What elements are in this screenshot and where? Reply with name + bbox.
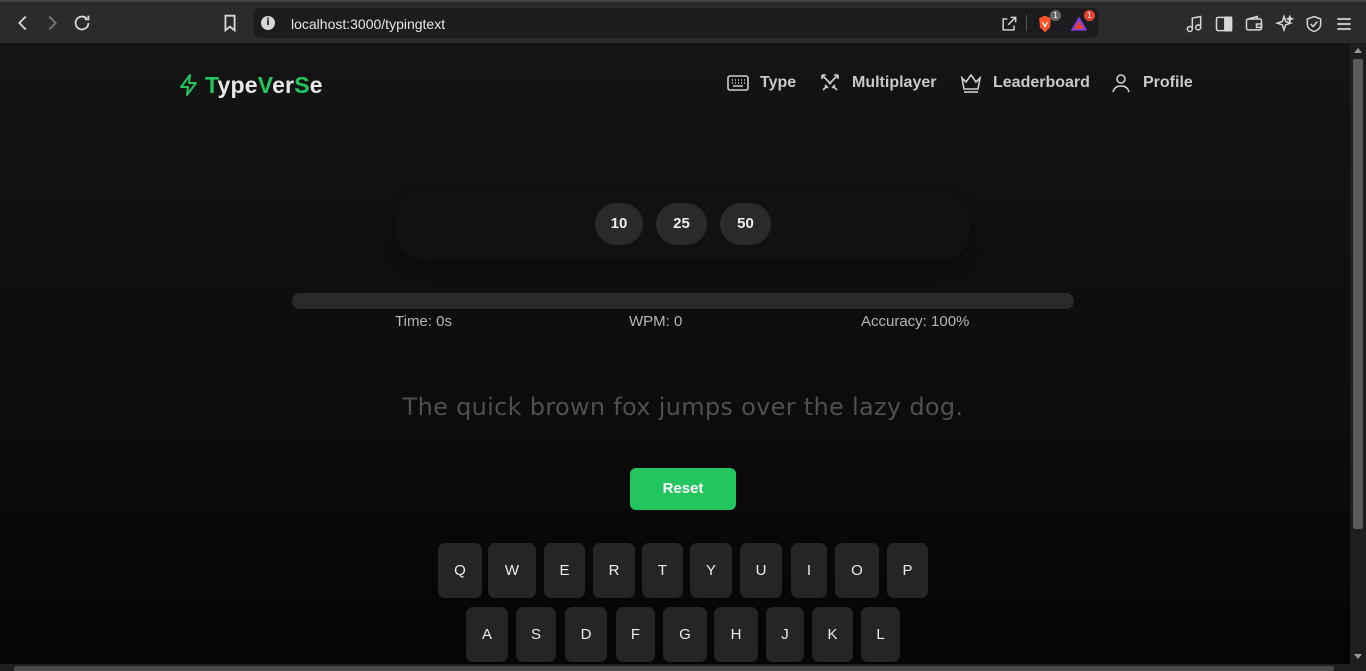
hscroll-thumb[interactable]: [14, 666, 1334, 671]
sidebar-icon[interactable]: [1214, 14, 1234, 34]
key-w[interactable]: W: [488, 543, 536, 598]
time-stat: Time: 0s: [395, 313, 452, 330]
page-viewport: TypeVerSe Type Multiplayer Leaderboard P…: [0, 43, 1350, 664]
key-p[interactable]: P: [887, 543, 928, 598]
progress-bar: [292, 293, 1074, 309]
key-j[interactable]: J: [766, 607, 804, 662]
keyboard-icon: [727, 75, 749, 91]
leo-ai-icon[interactable]: [1274, 14, 1295, 34]
scroll-down-arrow[interactable]: [1354, 654, 1362, 659]
key-o[interactable]: O: [835, 543, 879, 598]
word-count-10-button[interactable]: 10: [595, 203, 643, 245]
divider: [1026, 15, 1027, 31]
brave-shields-badge: 1: [1050, 10, 1061, 21]
typing-prompt-text[interactable]: The quick brown fox jumps over the lazy …: [292, 393, 1074, 421]
horizontal-scrollbar[interactable]: [0, 664, 1366, 671]
nav-profile[interactable]: Profile: [1109, 71, 1193, 95]
key-y[interactable]: Y: [690, 543, 732, 598]
address-bar[interactable]: i localhost:3000/typingtext 1 1: [253, 8, 1099, 38]
back-icon[interactable]: [12, 12, 34, 34]
reload-icon[interactable]: [71, 12, 93, 34]
scroll-up-arrow[interactable]: [1354, 48, 1362, 53]
user-icon: [1112, 74, 1130, 93]
key-r[interactable]: R: [593, 543, 635, 598]
key-a[interactable]: A: [466, 607, 508, 662]
nav-type-label: Type: [760, 74, 797, 91]
key-l[interactable]: L: [861, 607, 900, 662]
reset-button[interactable]: Reset: [630, 468, 736, 510]
vertical-scrollbar[interactable]: [1350, 43, 1366, 664]
accuracy-stat: Accuracy: 100%: [861, 313, 970, 330]
nav-multiplayer-label: Multiplayer: [852, 74, 937, 91]
word-count-25-button[interactable]: 25: [656, 203, 707, 245]
lightning-icon: [180, 74, 197, 96]
key-k[interactable]: K: [812, 607, 853, 662]
nav-profile-label: Profile: [1143, 74, 1193, 91]
bookmark-icon[interactable]: [219, 12, 241, 34]
wallet-icon[interactable]: [1244, 14, 1264, 34]
wpm-stat: WPM: 0: [629, 313, 683, 330]
vpn-shield-icon[interactable]: [1304, 14, 1324, 34]
browser-toolbar: i localhost:3000/typingtext 1 1: [0, 0, 1366, 43]
brave-rewards-icon[interactable]: 1: [1069, 10, 1095, 34]
nav-leaderboard[interactable]: Leaderboard: [959, 71, 1090, 95]
key-s[interactable]: S: [516, 607, 556, 662]
brave-rewards-badge: 1: [1084, 10, 1095, 21]
key-e[interactable]: E: [544, 543, 585, 598]
key-u[interactable]: U: [740, 543, 782, 598]
key-f[interactable]: F: [616, 607, 655, 662]
swords-icon: [821, 74, 839, 91]
nav-leaderboard-label: Leaderboard: [993, 74, 1090, 91]
url-text[interactable]: localhost:3000/typingtext: [291, 16, 445, 32]
crown-icon: [960, 73, 982, 93]
site-info-icon[interactable]: i: [261, 16, 275, 30]
key-h[interactable]: H: [714, 607, 758, 662]
nav-type[interactable]: Type: [726, 71, 796, 95]
key-q[interactable]: Q: [438, 543, 482, 598]
music-icon[interactable]: [1184, 14, 1204, 34]
scroll-thumb[interactable]: [1353, 59, 1363, 529]
nav-multiplayer[interactable]: Multiplayer: [818, 71, 936, 95]
word-count-50-button[interactable]: 50: [720, 203, 771, 245]
forward-icon[interactable]: [41, 12, 63, 34]
share-icon[interactable]: [999, 14, 1019, 34]
key-d[interactable]: D: [565, 607, 607, 662]
menu-icon[interactable]: [1334, 14, 1354, 34]
logo-text: TypeVerSe: [205, 71, 323, 98]
key-i[interactable]: I: [791, 543, 827, 598]
key-g[interactable]: G: [663, 607, 707, 662]
key-t[interactable]: T: [642, 543, 683, 598]
brave-shields-icon[interactable]: 1: [1035, 10, 1061, 34]
site-logo[interactable]: TypeVerSe: [177, 70, 323, 100]
